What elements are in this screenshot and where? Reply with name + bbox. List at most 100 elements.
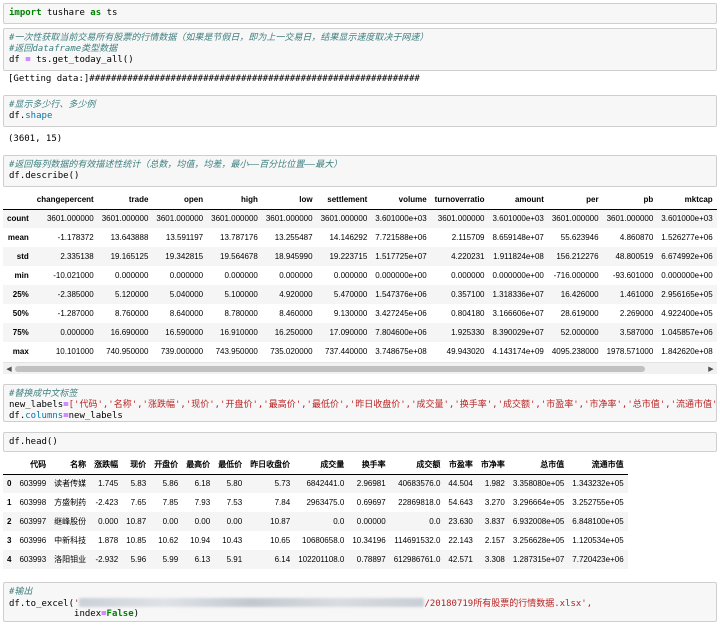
- table-row: 1 603998 方盛制药 -2.423 7.65 7.85 7.93 7.53 7.84 296…: [3, 493, 628, 512]
- table-cell: 0.0: [429, 517, 441, 526]
- table-cell: 1.045857e+06: [661, 328, 713, 337]
- row-index: 4: [7, 555, 12, 564]
- table-cell: 6.932008e+05: [512, 517, 565, 526]
- table-cell: -716.000000: [553, 271, 599, 280]
- column-header: high: [207, 190, 262, 210]
- code-cell-export[interactable]: #输出 df.to_excel('/20180719所有股票的行情数据.xlsx'…: [3, 582, 717, 622]
- code-cell-head[interactable]: df.head(): [3, 432, 717, 452]
- code-comment: #输出: [9, 587, 33, 597]
- table-cell: 22869818.0: [398, 498, 441, 507]
- table-cell: 5.91: [226, 555, 243, 564]
- table-cell: 22.143: [448, 536, 473, 545]
- table-cell: 3601.000000: [101, 214, 149, 224]
- table-cell: 0.000: [98, 517, 119, 526]
- table-cell: 0.000000: [169, 271, 204, 280]
- code-string-filename: /20180719所有股票的行情数据.xlsx',: [424, 599, 593, 609]
- table-cell: 5.83: [130, 479, 147, 489]
- table-cell: -2.932: [95, 555, 119, 564]
- code-paren: ): [133, 609, 140, 619]
- table-cell: 740.950000: [106, 347, 149, 356]
- describe-dataframe: changepercent trade open high low settlement v…: [3, 190, 717, 360]
- code-comment: #显示多少行、多少例: [9, 100, 96, 110]
- table-cell: 7.721588e+06: [375, 233, 427, 242]
- scroll-left-icon[interactable]: ◀: [4, 364, 14, 374]
- scrollbar-thumb[interactable]: [15, 366, 645, 372]
- table-cell: 2963475.0: [306, 498, 345, 507]
- table-cell: 16.426000: [560, 290, 599, 299]
- table-cell: -10.021000: [53, 271, 94, 280]
- table-cell: 5.470000: [333, 290, 368, 299]
- table-cell: 743.950000: [215, 347, 258, 356]
- code-cell-import[interactable]: import tushare as ts: [3, 3, 717, 24]
- table-row: min -10.021000 0.000000 0.000000 0.000000 0.0…: [3, 266, 717, 285]
- table-cell: 0.000000e+00: [375, 271, 427, 280]
- column-header: 现价: [122, 455, 151, 475]
- code-string-list: ['代码','名称','涨跌幅','现价','开盘价','最高价','最低价',…: [68, 400, 717, 410]
- code-comment: #替换成中文标签: [9, 389, 78, 399]
- table-cell: -1.178372: [57, 233, 94, 242]
- table-cell: 102201108.0: [298, 555, 345, 564]
- code-call: df.head(): [9, 437, 58, 447]
- table-cell: 42.571: [448, 555, 473, 564]
- code-object: df.: [9, 111, 26, 121]
- table-cell: 1.842620e+08: [661, 347, 713, 356]
- code-cell-fetch[interactable]: #一次性获取当前交易所有股票的行情数据（如果是节假日，即为上一交易日，结果显示速…: [3, 28, 717, 71]
- scroll-right-icon[interactable]: ▶: [706, 364, 716, 374]
- column-header: 成交量: [294, 455, 349, 475]
- table-cell: 5.040000: [169, 290, 204, 299]
- table-cell: 7.53: [226, 498, 243, 507]
- column-header: 总市值: [508, 455, 569, 475]
- table-cell: 19.564678: [220, 252, 258, 261]
- table-cell: 737.440000: [325, 347, 368, 356]
- table-cell: 8.640000: [169, 309, 204, 318]
- describe-output: changepercent trade open high low settlement v…: [3, 190, 717, 360]
- table-cell: 3.308: [484, 555, 505, 564]
- table-cell: 1.547376e+06: [375, 290, 427, 299]
- output-text: (3601, 15): [8, 134, 63, 144]
- column-header: 成交额: [389, 455, 445, 475]
- table-cell: 3601.000000: [211, 214, 258, 224]
- table-cell: 3601.000000: [46, 214, 94, 224]
- table-cell: 0.000000: [60, 328, 94, 337]
- code-cell-shape[interactable]: #显示多少行、多少例 df.shape: [3, 95, 717, 127]
- table-cell: 0.69697: [356, 498, 386, 507]
- table-cell: 14.146292: [329, 233, 368, 242]
- table-cell: 6842441.0: [306, 479, 345, 489]
- column-header: 涨跌幅: [90, 455, 123, 475]
- horizontal-scrollbar[interactable]: ◀ ▶: [3, 362, 717, 374]
- table-cell: 3.296664e+05: [512, 498, 565, 507]
- output-fetch: [Getting data:]#########################…: [3, 74, 717, 86]
- table-cell: 1.878: [98, 536, 119, 545]
- table-cell: 3.252755e+05: [572, 498, 624, 507]
- code-cell-describe[interactable]: #返回每列数据的有效描述性统计（总数，均值，均差，最小——百分比位置——最大） d…: [3, 155, 717, 187]
- code-keyword-arg: index: [74, 609, 102, 619]
- table-cell: 1.461000: [619, 290, 654, 299]
- column-header: 代码: [15, 455, 51, 475]
- table-cell: 0.000000: [115, 271, 149, 280]
- code-cell-rename[interactable]: #替换成中文标签 new_labels=['代码','名称','涨跌幅','现价'…: [3, 384, 717, 422]
- table-cell: 0.000000e+00: [661, 271, 713, 280]
- table-cell: 1978.571000: [606, 347, 654, 356]
- column-header: amount: [488, 190, 548, 210]
- table-cell: 739.000000: [160, 347, 204, 356]
- column-header: turnoverratio: [430, 190, 489, 210]
- table-cell: -93.601000: [612, 271, 654, 280]
- table-cell: 5.100000: [224, 290, 258, 299]
- column-header: trade: [97, 190, 153, 210]
- table-cell: 10.85: [126, 536, 147, 545]
- table-cell: 2.115709: [451, 233, 485, 242]
- column-header: pb: [602, 190, 658, 210]
- row-index: mean: [7, 233, 29, 242]
- table-cell: 612986761.0: [393, 555, 441, 564]
- table-cell: 4.860870: [619, 233, 654, 242]
- table-cell: 40683576.0: [398, 479, 441, 489]
- code-operator: =: [25, 55, 31, 65]
- table-row: 25% -2.385000 5.120000 5.040000 5.100000 4.92…: [3, 285, 717, 304]
- table-row: 2 603997 继峰股份 0.000 10.87 0.00 0.00 0.00 10.87 0.…: [3, 512, 628, 531]
- table-cell: 3.601000e+03: [661, 214, 713, 224]
- table-cell: 28.619000: [560, 309, 599, 318]
- table-cell: 6.674992e+06: [661, 252, 713, 261]
- table-cell: 7.93: [194, 498, 211, 507]
- table-cell: 6.848100e+05: [572, 517, 624, 526]
- table-cell: 3601.000000: [265, 214, 313, 224]
